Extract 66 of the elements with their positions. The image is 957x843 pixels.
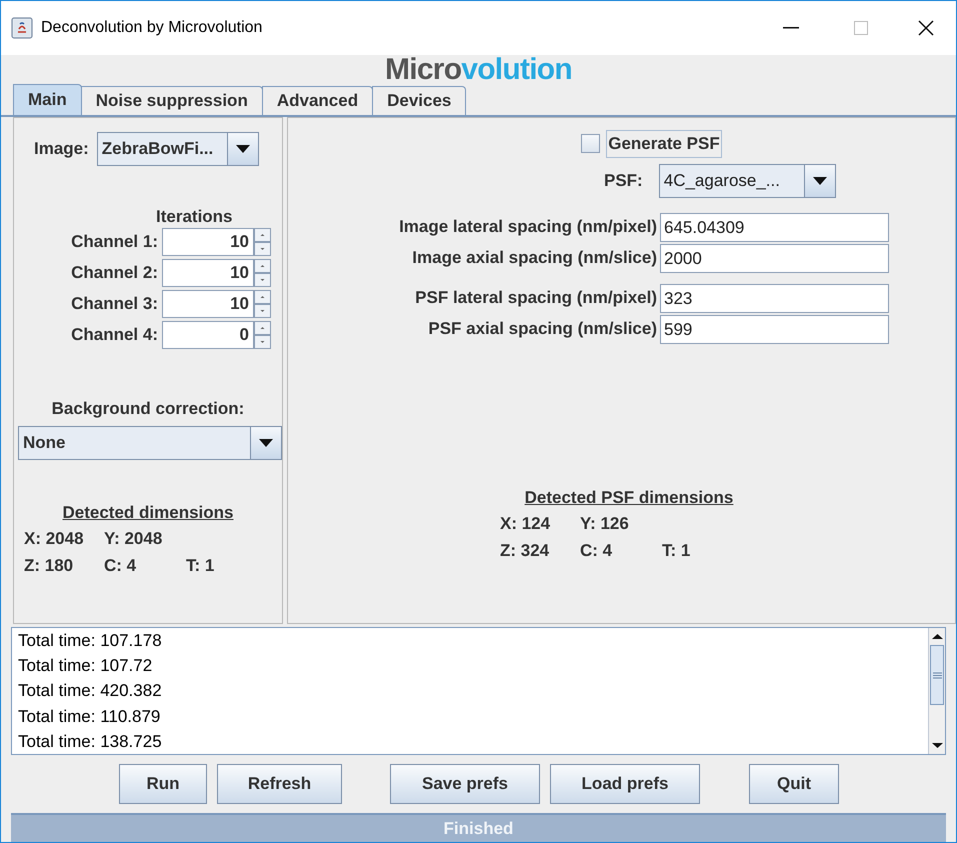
dimension-value: X: 124 [500,512,552,535]
spinner[interactable] [254,320,271,348]
spinner[interactable] [254,290,271,318]
maximize-icon [854,21,868,35]
image-label: Image: [34,138,89,160]
checkbox[interactable] [581,134,600,154]
log-line: Total time: 107.178 [18,630,163,652]
dimension-value: C: 4 [104,554,138,577]
channel-label: Channel 2: [70,262,159,284]
dimensions-heading: Detected PSF dimensions [524,486,734,508]
iterations-field[interactable]: 10 [162,228,254,256]
input-field[interactable]: 2000 [660,244,889,272]
tab[interactable]: Main [13,84,82,115]
tab[interactable]: Devices [372,86,466,115]
psf-label: PSF: [604,170,643,192]
log-line: Total time: 420.382 [18,680,163,702]
button[interactable]: Save prefs [390,764,540,804]
iterations-field[interactable]: 10 [162,258,254,286]
input-field[interactable]: 599 [660,314,889,344]
app-icon [11,17,33,39]
field-label: PSF lateral spacing (nm/pixel) [414,287,658,310]
iterations-field[interactable]: 10 [162,290,254,318]
caret-icon [812,176,827,184]
dimension-value: Z: 180 [24,554,74,577]
spinner[interactable] [254,228,271,256]
dimension-value: Y: 126 [580,512,630,535]
dimensions-heading: Detected dimensions [62,502,234,524]
input-field[interactable]: 323 [660,284,889,312]
psf-dropdown[interactable]: 4C_agarose_... [658,164,836,198]
dimension-value: Z: 324 [500,540,550,562]
status-text: Finished [444,818,514,840]
button[interactable]: Refresh [217,764,342,804]
scrollbar-thumb[interactable] [930,645,944,705]
dimension-value: Y: 2048 [104,528,164,550]
dimension-value: T: 1 [186,554,216,577]
button[interactable]: Run [119,764,207,804]
checkbox-label: Generate PSF [606,130,722,158]
log-line: Total time: 110.879 [18,706,162,728]
background-correction-dropdown[interactable]: None [18,426,282,460]
grip-icon [932,672,942,678]
background-correction-label: Background correction: [52,398,244,420]
button[interactable]: Load prefs [550,764,700,804]
iterations-heading: Iterations [156,206,234,226]
caret-icon [259,438,273,446]
dimension-value: X: 2048 [24,528,85,550]
close-icon [918,20,934,36]
channel-label: Channel 3: [70,292,159,315]
caret-icon [236,145,250,153]
window-title: Deconvolution by Microvolution [41,18,262,38]
button[interactable]: Quit [749,764,839,804]
field-label: Image lateral spacing (nm/pixel) [398,216,658,238]
input-field[interactable]: 645.04309 [660,212,889,242]
logo: Microvolution [385,55,572,85]
log-line: Total time: 138.725 [18,730,163,753]
minimize-icon [783,27,799,29]
dimension-value: C: 4 [580,540,614,562]
spinner[interactable] [254,258,271,286]
channel-label: Channel 1: [70,230,159,253]
iterations-field[interactable]: 0 [162,320,254,348]
scrollbar[interactable] [928,628,945,754]
log-line: Total time: 107.72 [18,655,154,678]
image-dropdown[interactable]: ZebraBowFi... [96,132,259,166]
field-label: Image axial spacing (nm/slice) [411,247,658,270]
channel-label: Channel 4: [70,324,159,346]
dimension-value: T: 1 [662,540,692,562]
field-label: PSF axial spacing (nm/slice) [427,318,658,340]
